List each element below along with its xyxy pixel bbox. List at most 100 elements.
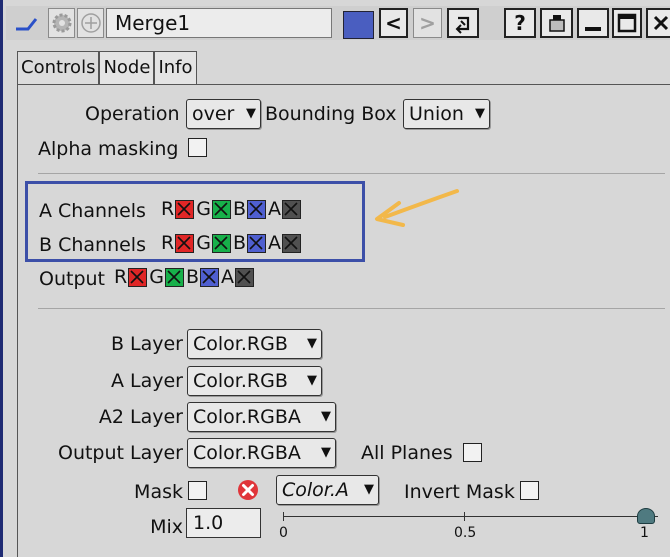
output-channel-label-b: B <box>185 266 199 288</box>
mix-slider[interactable]: 0 0.5 1 <box>265 505 665 545</box>
slider-tick-label-0: 0 <box>279 525 288 541</box>
a-channel-label-a: A <box>267 198 281 220</box>
float-button[interactable] <box>540 8 573 38</box>
slider-track <box>283 516 658 517</box>
dropdown-arrow-icon: ▼ <box>475 106 485 121</box>
all-planes-checkbox[interactable] <box>463 443 482 462</box>
b-channel-checkbox-b[interactable] <box>246 233 266 253</box>
tab-info[interactable]: Info <box>154 51 197 85</box>
clear-mask-icon[interactable] <box>236 478 260 502</box>
b-channel-checkbox-r[interactable] <box>175 233 195 253</box>
close-icon <box>653 15 669 31</box>
a-channel-checkbox-r[interactable] <box>175 199 195 219</box>
output-layer-label: Output Layer <box>57 442 183 464</box>
gear-button[interactable] <box>48 8 75 38</box>
a-channel-label-r: R <box>161 198 175 220</box>
a-channels-label: A Channels <box>39 200 146 222</box>
node-name-field[interactable]: Merge1 <box>106 8 332 38</box>
b-channel-checkbox-g[interactable] <box>211 233 231 253</box>
add-button[interactable] <box>77 8 104 38</box>
gear-icon <box>52 13 71 33</box>
mask-label: Mask <box>134 481 183 503</box>
back-button[interactable]: < <box>379 8 408 38</box>
a-channels-row: RGBA <box>161 198 303 220</box>
b-channels-label: B Channels <box>39 234 146 256</box>
mask-checkbox[interactable] <box>188 481 207 500</box>
maximize-button[interactable] <box>612 8 642 38</box>
collapse-icon <box>16 18 38 31</box>
plus-circle-icon <box>80 13 101 33</box>
slider-tick <box>464 512 465 521</box>
a2-layer-label: A2 Layer <box>98 406 183 428</box>
minimize-icon <box>585 27 601 31</box>
operation-label: Operation <box>85 103 180 125</box>
a-layer-dropdown[interactable]: Color.RGB ▼ <box>187 366 322 396</box>
b-layer-label: B Layer <box>110 333 183 355</box>
maximize-icon <box>617 13 637 33</box>
slider-tick <box>283 512 284 521</box>
b-channel-label-a: A <box>267 232 281 254</box>
forward-button[interactable]: > <box>413 8 442 38</box>
revert-button[interactable] <box>447 8 479 38</box>
invert-mask-label: Invert Mask <box>404 481 515 503</box>
close-button[interactable] <box>646 8 670 38</box>
dropdown-arrow-icon: ▼ <box>364 482 374 497</box>
output-layer-dropdown[interactable]: Color.RGBA ▼ <box>187 438 336 468</box>
merge-node-window: Merge1 < > ? Controls Node Info Operatio… <box>0 0 670 557</box>
title-bar: Merge1 < > ? <box>6 6 670 40</box>
output-channel-checkbox-g[interactable] <box>164 267 184 287</box>
float-panel-icon <box>548 15 565 32</box>
bounding-box-dropdown[interactable]: Union ▼ <box>403 99 490 129</box>
a-layer-value: Color.RGB <box>193 370 288 392</box>
a-layer-label: A Layer <box>110 370 183 392</box>
tab-controls[interactable]: Controls <box>17 51 100 85</box>
output-layer-value: Color.RGBA <box>193 442 301 464</box>
output-channel-label-a: A <box>220 266 234 288</box>
a-channel-checkbox-a[interactable] <box>281 199 301 219</box>
b-layer-value: Color.RGB <box>193 333 288 355</box>
b-channels-row: RGBA <box>161 232 303 254</box>
alpha-masking-checkbox[interactable] <box>188 138 207 157</box>
collapse-button[interactable] <box>10 8 44 38</box>
output-channel-label-r: R <box>114 266 128 288</box>
bounding-box-value: Union <box>409 103 464 125</box>
b-channel-label-g: G <box>196 232 211 254</box>
operation-value: over <box>192 103 235 125</box>
output-channels-row: RGBA <box>114 266 256 288</box>
minimize-button[interactable] <box>577 8 609 38</box>
output-channel-checkbox-a[interactable] <box>234 267 254 287</box>
dropdown-arrow-icon: ▼ <box>307 336 317 351</box>
tab-bar: Controls Node Info <box>17 51 197 85</box>
a-channel-checkbox-b[interactable] <box>246 199 266 219</box>
b-channel-label-r: R <box>161 232 175 254</box>
mix-input[interactable]: 1.0 <box>186 508 261 538</box>
output-channel-checkbox-r[interactable] <box>128 267 148 287</box>
all-planes-label: All Planes <box>361 442 453 464</box>
a-channel-checkbox-g[interactable] <box>211 199 231 219</box>
annotation-arrow-icon <box>375 189 459 227</box>
a2-layer-value: Color.RGBA <box>193 406 301 428</box>
node-color-swatch[interactable] <box>343 11 374 39</box>
b-channel-checkbox-a[interactable] <box>281 233 301 253</box>
output-label: Output <box>39 268 105 290</box>
help-button[interactable]: ? <box>504 8 536 38</box>
slider-tick-label-05: 0.5 <box>454 525 477 541</box>
tab-node[interactable]: Node <box>99 51 155 85</box>
mix-label: Mix <box>150 516 183 538</box>
revert-icon <box>455 16 470 34</box>
dropdown-arrow-icon: ▼ <box>321 409 331 424</box>
separator <box>38 173 665 174</box>
mask-channel-value: Color.A <box>282 479 349 501</box>
slider-tick-label-1: 1 <box>640 525 649 541</box>
dropdown-arrow-icon: ▼ <box>307 373 317 388</box>
b-layer-dropdown[interactable]: Color.RGB ▼ <box>187 329 322 359</box>
a-channel-label-g: G <box>196 198 211 220</box>
a-channel-label-b: B <box>232 198 246 220</box>
invert-mask-checkbox[interactable] <box>520 481 539 500</box>
mask-channel-dropdown[interactable]: Color.A ▼ <box>276 475 379 505</box>
operation-dropdown[interactable]: over ▼ <box>186 99 261 129</box>
a2-layer-dropdown[interactable]: Color.RGBA ▼ <box>187 402 336 432</box>
output-channel-checkbox-b[interactable] <box>199 267 219 287</box>
slider-handle[interactable] <box>637 508 655 524</box>
bounding-box-label: Bounding Box <box>265 103 397 125</box>
